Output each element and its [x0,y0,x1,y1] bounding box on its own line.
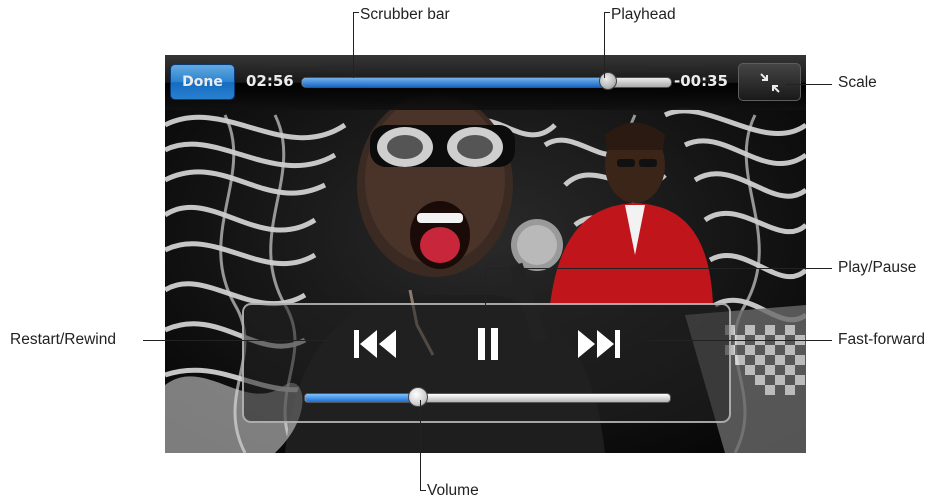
done-button[interactable]: Done [170,64,235,100]
leader-tick-playhead [604,12,610,13]
restart-rewind-button[interactable] [352,328,400,360]
leader-line-play-pause-h [485,268,832,269]
leader-line-restart-rewind [143,340,325,341]
top-control-bar: Done 02:56 -00:35 [165,55,806,110]
fast-forward-icon [578,330,620,358]
leader-line-fast-forward [647,340,832,341]
restart-rewind-icon [354,330,396,358]
pause-icon [478,328,498,360]
remaining-time: -00:35 [674,72,728,90]
callout-fast-forward: Fast-forward [838,331,925,348]
leader-line-play-pause-v [485,268,486,308]
scrubber-bar[interactable] [301,72,672,90]
play-pause-button[interactable] [475,326,501,362]
callout-playhead: Playhead [611,6,676,23]
leader-line-volume [420,400,421,490]
callout-volume: Volume [427,482,479,499]
video-screen[interactable]: Done 02:56 -00:35 [165,55,806,453]
volume-slider[interactable] [304,387,671,407]
callout-scale: Scale [838,74,877,91]
volume-thumb[interactable] [408,387,429,407]
elapsed-time: 02:56 [246,72,294,90]
fast-forward-button[interactable] [574,328,622,360]
scale-collapse-icon [760,73,780,93]
leader-line-scale [786,84,832,85]
playhead[interactable] [599,72,618,90]
scale-button[interactable] [738,63,801,101]
leader-tick-scrubber [353,12,359,13]
leader-tick-volume [420,490,426,491]
callout-restart-rewind: Restart/Rewind [10,331,116,348]
volume-level [305,394,419,402]
leader-line-scrubber [353,12,354,78]
playback-controls-panel [242,303,731,423]
callout-play-pause: Play/Pause [838,259,917,276]
leader-line-playhead [604,12,605,78]
scrubber-progress [302,78,609,87]
callout-scrubber-bar: Scrubber bar [360,6,450,23]
